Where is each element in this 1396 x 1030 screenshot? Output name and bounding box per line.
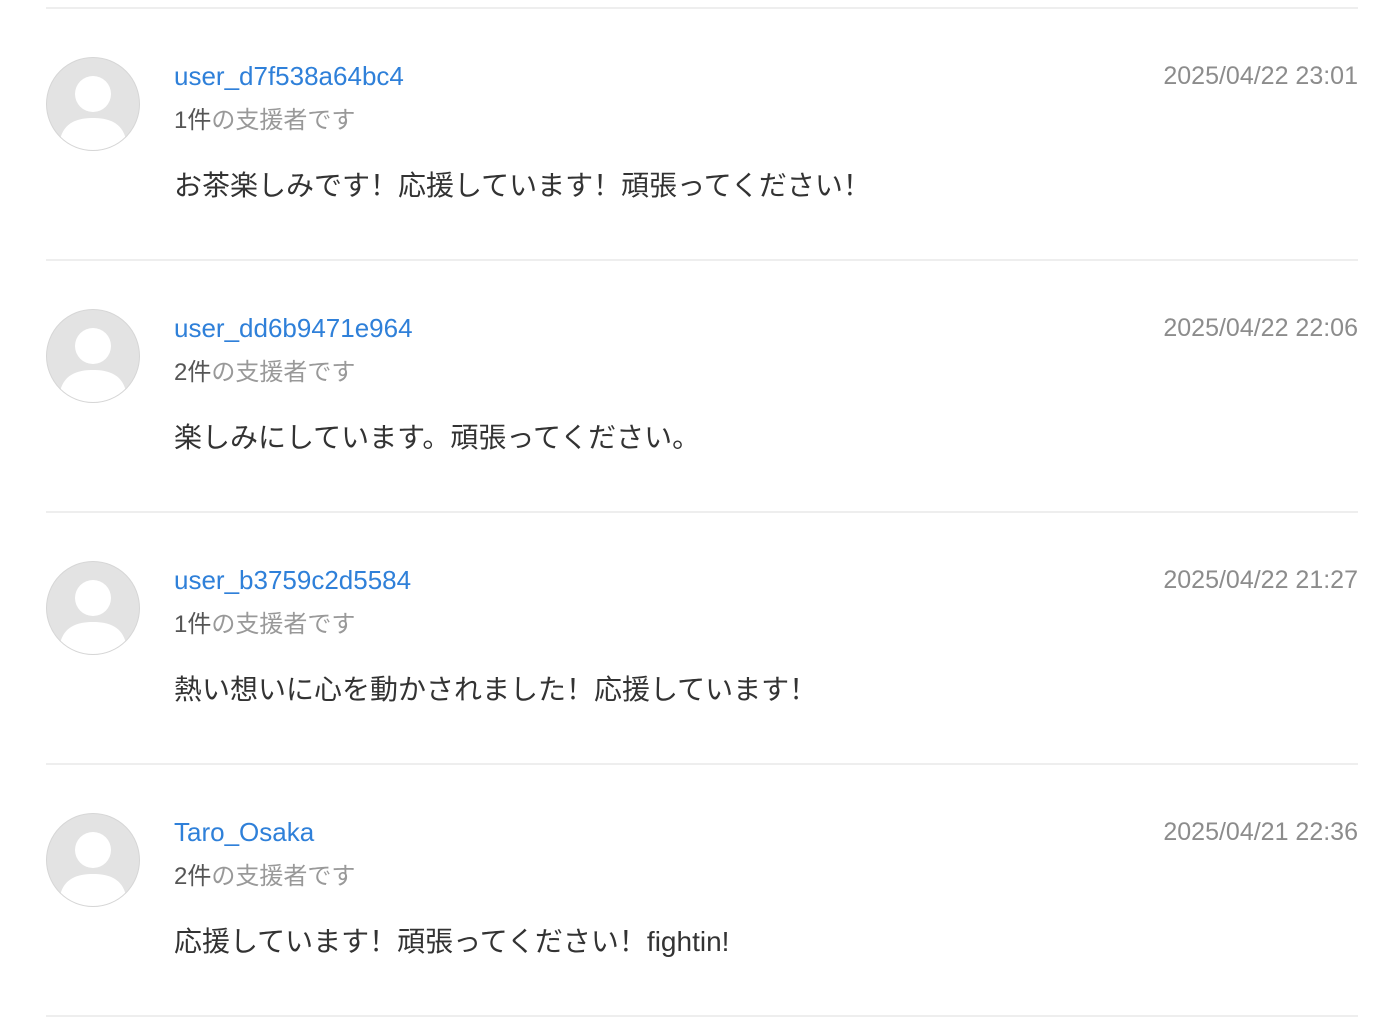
comment-timestamp: 2025/04/22 22:06 [1163,314,1358,342]
username-link[interactable]: user_d7f538a64bc4 [174,59,404,93]
comment-item: user_b3759c2d5584 2025/04/22 21:27 1件の支援… [46,513,1358,763]
supporter-count: 1件の支援者です [174,608,355,642]
comment-message: 応援しています！頑張ってください！fightin! [174,926,730,957]
supporter-count: 1件の支援者です [174,104,355,138]
avatar-icon[interactable] [46,57,140,151]
comment-item: user_d7f538a64bc4 2025/04/22 23:01 1件の支援… [46,9,1358,259]
username-link[interactable]: user_b3759c2d5584 [174,563,411,597]
support-count: 1件 [174,107,212,134]
comment-message: お茶楽しみです！応援しています！頑張ってください！ [174,170,871,201]
support-count: 1件 [174,611,212,638]
support-count: 2件 [174,359,212,386]
avatar-icon[interactable] [46,813,140,907]
avatar-icon[interactable] [46,561,140,655]
comment-message: 熱い想いに心を動かされました！応援しています！ [174,674,818,705]
support-suffix: の支援者です [211,359,356,386]
comment-timestamp: 2025/04/22 21:27 [1163,566,1358,594]
comment-timestamp: 2025/04/21 22:36 [1163,818,1358,846]
avatar-icon[interactable] [46,309,140,403]
comment-message: 楽しみにしています。頑張ってください。 [174,422,701,453]
supporter-count: 2件の支援者です [174,356,355,390]
support-suffix: の支援者です [211,611,356,638]
comment-item: user_dd6b9471e964 2025/04/22 22:06 2件の支援… [46,261,1358,511]
comment-timestamp: 2025/04/22 23:01 [1163,62,1358,90]
comment-item: Taro_Osaka 2025/04/21 22:36 2件の支援者です 応援し… [46,765,1358,1015]
divider [46,1015,1358,1017]
support-suffix: の支援者です [211,863,356,890]
username-link[interactable]: Taro_Osaka [174,815,314,849]
support-count: 2件 [174,863,212,890]
supporter-count: 2件の支援者です [174,860,355,894]
comment-list: user_d7f538a64bc4 2025/04/22 23:01 1件の支援… [46,0,1358,1017]
support-suffix: の支援者です [211,107,356,134]
username-link[interactable]: user_dd6b9471e964 [174,311,413,345]
